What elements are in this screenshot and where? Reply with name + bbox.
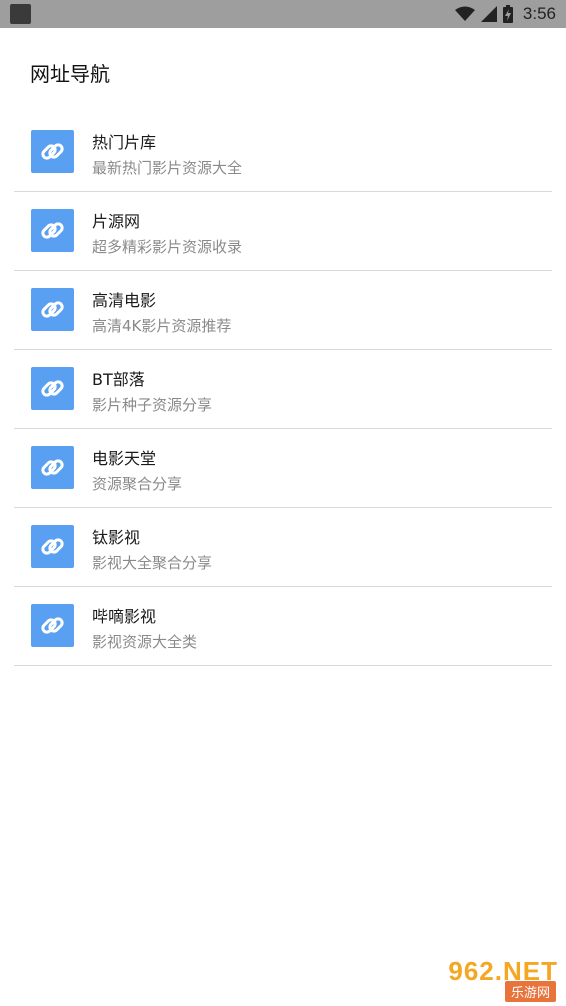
link-icon <box>31 604 74 647</box>
item-desc: 最新热门影片资源大全 <box>92 159 243 177</box>
list-item[interactable]: 电影天堂 资源聚合分享 <box>14 429 552 508</box>
item-title: 片源网 <box>92 212 141 231</box>
status-time: 3:56 <box>522 4 556 23</box>
notification-icon <box>10 4 31 24</box>
list-item[interactable]: 哔嘀影视 影视资源大全类 <box>14 587 552 666</box>
link-icon <box>31 288 74 331</box>
wifi-icon <box>454 6 475 22</box>
item-title: 高清电影 <box>92 291 157 310</box>
item-desc: 影视大全聚合分享 <box>92 554 213 572</box>
page-title: 网址导航 <box>30 62 110 86</box>
item-title: 热门片库 <box>92 133 157 152</box>
watermark-logo: 962.NET 乐游网 <box>426 956 558 1002</box>
list-item[interactable]: 片源网 超多精彩影片资源收录 <box>14 192 552 271</box>
battery-icon <box>502 5 513 23</box>
item-desc: 资源聚合分享 <box>92 475 183 493</box>
signal-icon <box>480 6 497 22</box>
link-list: 热门片库 最新热门影片资源大全 片源网 超多精彩影片资源收录 高清电影 高清4K… <box>14 113 552 666</box>
link-icon <box>31 525 74 568</box>
status-icons: 3:56 <box>454 0 556 28</box>
link-icon <box>31 367 74 410</box>
item-title: 钛影视 <box>92 528 141 547</box>
link-icon <box>31 209 74 252</box>
list-item[interactable]: 钛影视 影视大全聚合分享 <box>14 508 552 587</box>
list-item[interactable]: 高清电影 高清4K影片资源推荐 <box>14 271 552 350</box>
item-desc: 超多精彩影片资源收录 <box>92 238 243 256</box>
item-desc: 影片种子资源分享 <box>92 396 213 414</box>
status-bar: 3:56 <box>0 0 566 28</box>
item-desc: 高清4K影片资源推荐 <box>92 317 232 335</box>
watermark-bottom: 乐游网 <box>504 981 556 1002</box>
item-title: 哔嘀影视 <box>92 607 157 626</box>
list-item[interactable]: BT部落 影片种子资源分享 <box>14 350 552 429</box>
link-icon <box>31 446 74 489</box>
item-desc: 影视资源大全类 <box>92 633 198 651</box>
link-icon <box>31 130 74 173</box>
list-item[interactable]: 热门片库 最新热门影片资源大全 <box>14 113 552 192</box>
item-title: BT部落 <box>92 370 145 389</box>
item-title: 电影天堂 <box>92 449 157 468</box>
